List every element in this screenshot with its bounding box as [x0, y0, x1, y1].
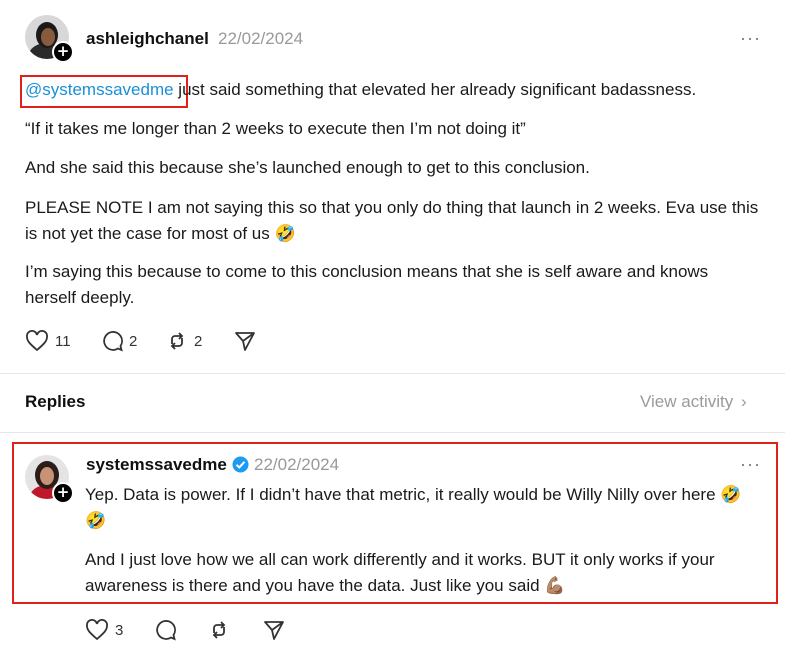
- follow-plus-icon[interactable]: +: [52, 482, 74, 504]
- post-paragraph-4-text: PLEASE NOTE I am not saying this so that…: [25, 198, 759, 243]
- post-paragraph-4: PLEASE NOTE I am not saying this so that…: [25, 195, 765, 247]
- view-activity-label: View activity: [640, 392, 734, 411]
- reply-like-button[interactable]: 3: [85, 619, 123, 641]
- heart-icon: [85, 619, 109, 641]
- repost-count: 2: [194, 332, 203, 350]
- laughing-emoji: 🤣: [274, 224, 296, 243]
- post-paragraph-5: I’m saying this because to come to this …: [25, 262, 709, 307]
- post-repost-button[interactable]: 2: [166, 330, 202, 352]
- mention-link[interactable]: @systemssavedme: [25, 80, 174, 99]
- post-share-button[interactable]: [234, 330, 256, 352]
- post-paragraph-2: “If it takes me longer than 2 weeks to e…: [25, 119, 526, 138]
- comment-icon: [101, 330, 123, 352]
- repost-icon: [166, 330, 188, 352]
- post-comment-button[interactable]: 2: [101, 330, 137, 352]
- divider-top: [0, 373, 785, 374]
- post-author-username[interactable]: ashleighchanel: [86, 29, 209, 49]
- reply-paragraph-2-text: And I just love how we all can work diff…: [85, 550, 715, 595]
- reply-more-options-icon[interactable]: ···: [740, 454, 761, 475]
- post-date: 22/02/2024: [218, 29, 304, 48]
- comment-count: 2: [129, 332, 138, 350]
- reply-share-button[interactable]: [263, 619, 285, 641]
- verified-badge-icon: [232, 456, 249, 478]
- post-like-button[interactable]: 11: [25, 330, 71, 352]
- chevron-right-icon: ›: [740, 392, 747, 411]
- flexed-biceps-emoji: 💪🏽: [544, 576, 566, 595]
- reply-date: 22/02/2024: [254, 455, 340, 474]
- repost-icon: [208, 619, 230, 641]
- reply-like-count: 3: [115, 621, 124, 639]
- heart-icon: [25, 330, 49, 352]
- follow-plus-icon[interactable]: +: [52, 41, 74, 63]
- comment-icon: [154, 619, 176, 641]
- reply-paragraph-1: Yep. Data is power. If I didn’t have tha…: [85, 482, 745, 534]
- reply-paragraph-2: And I just love how we all can work diff…: [85, 547, 755, 599]
- view-activity-link[interactable]: View activity ›: [640, 392, 747, 412]
- reply-comment-button[interactable]: [154, 619, 176, 641]
- replies-heading: Replies: [25, 392, 86, 411]
- post-paragraph-3: And she said this because she’s launched…: [25, 158, 590, 177]
- send-icon: [234, 330, 256, 352]
- like-count: 11: [55, 332, 71, 350]
- reply-repost-button[interactable]: [208, 619, 230, 641]
- post-paragraph-1: @systemssavedme just said something that…: [25, 77, 765, 103]
- reply-author-username[interactable]: systemssavedme: [86, 455, 227, 475]
- divider-bottom: [0, 432, 785, 433]
- send-icon: [263, 619, 285, 641]
- post-paragraph-1-text: just said something that elevated her al…: [173, 80, 697, 99]
- post-more-options-icon[interactable]: ···: [740, 28, 761, 49]
- reply-paragraph-1-text: Yep. Data is power. If I didn’t have tha…: [85, 485, 716, 504]
